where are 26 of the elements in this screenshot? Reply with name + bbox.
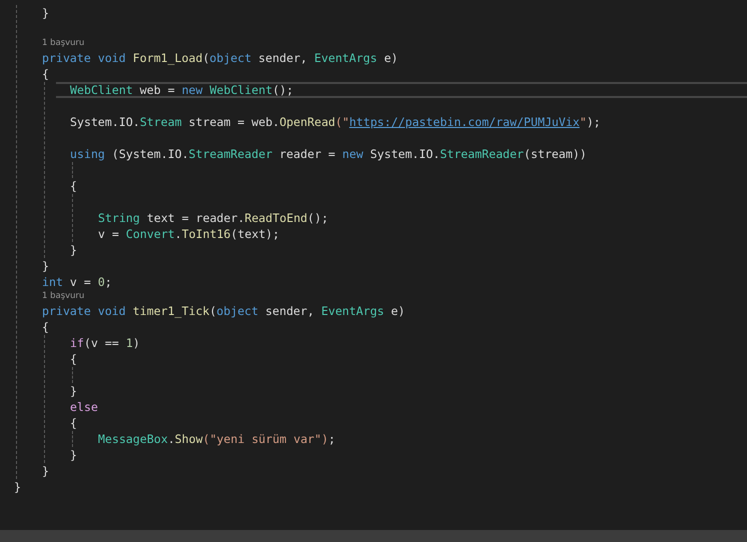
code-line: } (42, 464, 49, 478)
code-line: int v = 0; (42, 275, 112, 289)
code-line: } (70, 384, 77, 398)
code-line: { (70, 352, 77, 366)
code-line: else (70, 400, 98, 414)
code-line: private void Form1_Load(object sender, EventArgs e) (42, 51, 398, 65)
reference-count[interactable]: 1 başvuru (42, 291, 84, 301)
code-line: { (70, 416, 77, 430)
reference-count[interactable]: 1 başvuru (42, 38, 84, 48)
code-line: } (14, 480, 21, 494)
code-line: MessageBox.Show("yeni sürüm var"); (98, 432, 336, 446)
code-line: WebClient web = new WebClient(); (70, 83, 294, 97)
code-line: { (42, 320, 49, 334)
code-line: System.IO.Stream stream = web.OpenRead("https://pastebin.com/raw/PUMJuVix"); (70, 115, 601, 129)
code-line: { (70, 179, 77, 193)
code-line: private void timer1_Tick(object sender, EventArgs e) (42, 304, 406, 318)
code-line: } (42, 6, 49, 20)
code-line: String text = reader.ReadToEnd(); (98, 211, 328, 225)
code-line: } (70, 448, 77, 462)
code-line: using (System.IO.StreamReader reader = new System.IO.StreamReader(stream)) (70, 147, 587, 161)
code-line: v = Convert.ToInt16(text); (98, 227, 280, 241)
url-link[interactable]: https://pastebin.com/raw/PUMJuVix (349, 115, 580, 129)
code-line: if(v == 1) (70, 336, 140, 350)
code-line: } (42, 259, 49, 273)
code-line: } (70, 243, 77, 257)
code-line: { (42, 67, 49, 81)
